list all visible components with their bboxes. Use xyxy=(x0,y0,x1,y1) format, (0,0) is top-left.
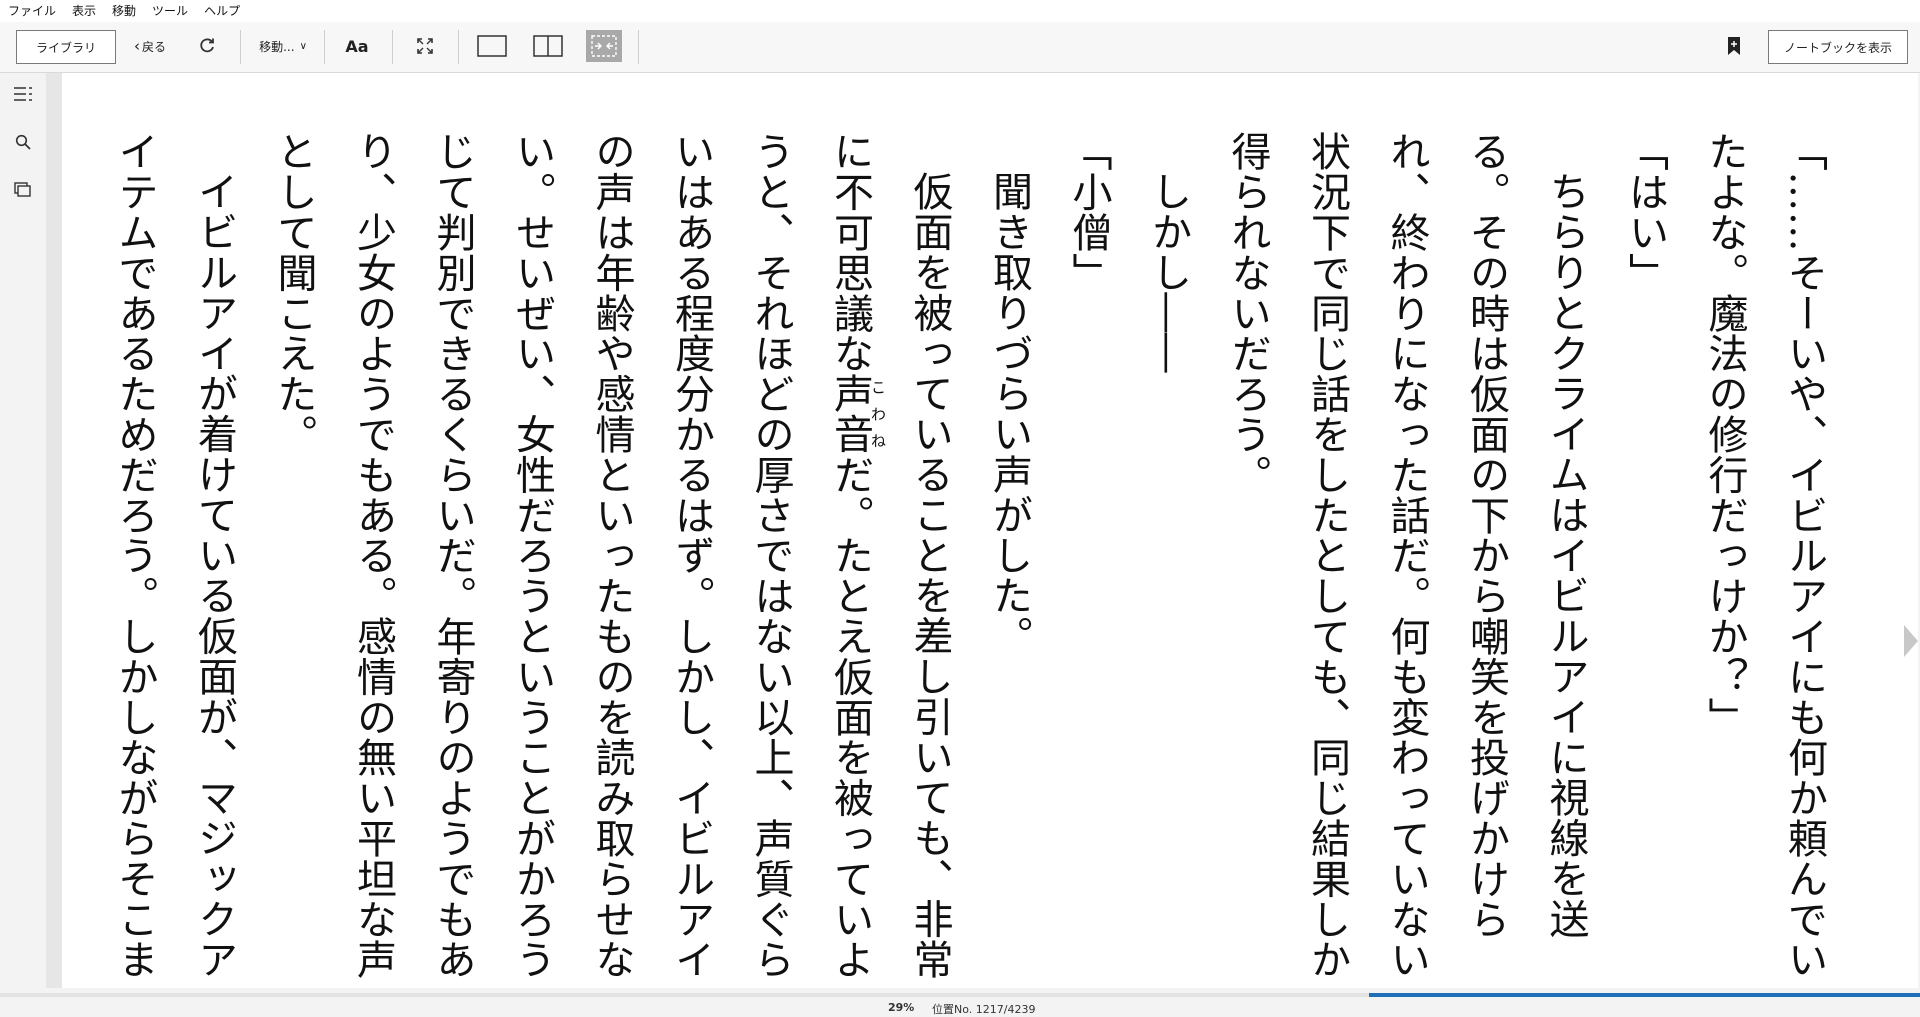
text-paragraph: 聞き取りづらい声がした。 xyxy=(986,171,1032,656)
menu-view[interactable]: 表示 xyxy=(64,0,104,22)
search-icon xyxy=(15,134,31,150)
text-paragraph: しかし―― xyxy=(1145,171,1191,373)
text-paragraph: ちらりとクライムはイビルアイに視線を送る。その時は仮面の下から嘲笑を投げかけられ… xyxy=(1224,131,1589,980)
ruby-annotation: 声音こわね xyxy=(827,373,887,455)
back-label: 戻る xyxy=(141,39,166,54)
toolbar-separator xyxy=(324,30,325,64)
goto-label: 移動... xyxy=(259,39,295,54)
text-paragraph: 仮面を被っていることを差し引いても、非常に不可思議な声音こわねだ。たとえ仮面を被… xyxy=(253,131,969,1011)
toolbar: ライブラリ ‹ 戻る 移動... ∨ Aa ノートブックを表示 xyxy=(0,22,1920,73)
text-paragraph: 「小僧」 xyxy=(1065,131,1112,293)
refresh-icon xyxy=(200,38,214,53)
cards-icon xyxy=(14,182,31,197)
toolbar-separator xyxy=(638,30,639,64)
font-label: Aa xyxy=(345,36,369,56)
text-paragraph: イビルアイが着けている仮面が、マジックアイテムであるためだろう。しかしながらそこ… xyxy=(111,131,238,980)
back-button[interactable]: ‹ 戻る xyxy=(128,30,172,62)
bookmark-add-icon xyxy=(1728,37,1740,55)
reading-page[interactable]: 「……そーいや、イビルアイにも何か頼んでいたよな。魔法の修行だっけか？」 「はい」… xyxy=(62,73,1918,988)
text-paragraph: 「……そーいや、イビルアイにも何か頼んでいたよな。魔法の修行だっけか？」 xyxy=(1701,131,1828,980)
progress-bar[interactable] xyxy=(0,993,1920,997)
fullscreen-icon xyxy=(417,38,433,54)
ruby-base: 声音 xyxy=(827,373,873,455)
single-page-view-button[interactable] xyxy=(474,30,510,62)
text-paragraph: 「はい」 xyxy=(1622,131,1668,293)
menu-bar: ファイル 表示 移動 ツール ヘルプ xyxy=(0,0,1920,22)
fit-width-view-button[interactable] xyxy=(586,30,622,62)
toolbar-separator xyxy=(392,30,393,64)
fullscreen-button[interactable] xyxy=(410,30,440,62)
sidebar xyxy=(0,73,46,993)
flashcards-button[interactable] xyxy=(12,179,34,201)
book-text: 「……そーいや、イビルアイにも何か頼んでいたよな。魔法の修行だっけか？」 「はい」… xyxy=(94,131,1843,1011)
menu-tools[interactable]: ツール xyxy=(144,0,196,22)
menu-help[interactable]: ヘルプ xyxy=(196,0,248,22)
single-page-icon xyxy=(477,35,507,57)
library-label: ライブラリ xyxy=(35,40,96,55)
ruby-reading: こわね xyxy=(869,373,887,455)
notebook-label: ノートブックを表示 xyxy=(1783,40,1892,55)
font-settings-button[interactable]: Aa xyxy=(340,30,374,62)
fit-width-icon xyxy=(591,35,617,57)
progress-fill xyxy=(1368,993,1920,997)
page-gutter xyxy=(46,73,62,988)
two-page-view-button[interactable] xyxy=(530,30,566,62)
show-notebook-button[interactable]: ノートブックを表示 xyxy=(1768,30,1908,64)
toolbar-separator xyxy=(458,30,459,64)
chevron-down-icon: ∨ xyxy=(299,40,307,52)
sync-button[interactable] xyxy=(194,30,220,62)
toolbar-separator xyxy=(240,30,241,64)
menu-go[interactable]: 移動 xyxy=(104,0,144,22)
two-page-icon xyxy=(533,35,563,57)
add-bookmark-button[interactable] xyxy=(1722,30,1746,62)
progress-percent: 29% xyxy=(888,1001,915,1014)
table-of-contents-icon xyxy=(14,87,32,101)
goto-dropdown[interactable]: 移動... ∨ xyxy=(252,30,314,62)
chevron-left-icon: ‹ xyxy=(133,37,140,55)
library-button[interactable]: ライブラリ xyxy=(16,30,116,64)
next-page-arrow-icon[interactable] xyxy=(1904,625,1918,657)
location-number: 位置No. 1217/4239 xyxy=(932,1003,1036,1016)
status-bar: 29% 位置No. 1217/4239 xyxy=(0,993,1920,1017)
menu-file[interactable]: ファイル xyxy=(0,0,64,22)
text-fragment: だ。たとえ仮面を被っていようと、それほどの厚さではない以上、声質ぐらいはある程度… xyxy=(270,131,874,980)
search-button[interactable] xyxy=(12,131,34,153)
table-of-contents-button[interactable] xyxy=(12,83,34,105)
